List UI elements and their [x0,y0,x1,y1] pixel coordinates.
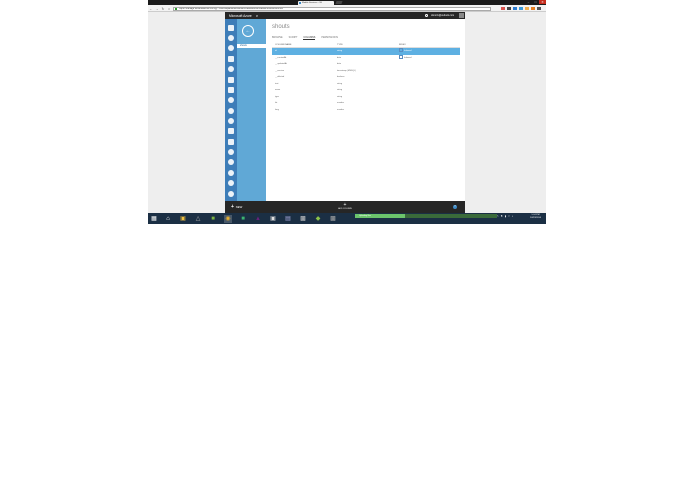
battery-icon[interactable]: ▮ [505,215,506,218]
azure-favicon-icon [299,1,301,4]
portal-brand[interactable]: Microsoft Azure ∨ [229,14,258,18]
table-row[interactable]: long number [272,107,460,114]
virtual-machines-icon[interactable] [227,44,235,52]
new-tab-button[interactable] [335,1,343,4]
visual-studio-icon[interactable]: ▲ [254,215,262,223]
media-services-icon[interactable] [227,107,235,115]
brand-label: Microsoft Azure [229,13,252,18]
file-explorer-icon[interactable]: ▣ [179,215,187,223]
extension-icon[interactable] [513,6,517,10]
cell-column-name: long [275,108,279,111]
cache-icon[interactable] [227,138,235,146]
tab-browse[interactable]: BROWSE [272,36,283,40]
tab-columns[interactable]: COLUMNS [303,36,316,40]
extension-icon[interactable] [519,6,523,10]
content-tabs: BROWSE SCRIPT COLUMNS PERMISSIONS [272,36,338,40]
chevron-down-icon: ∨ [255,13,259,18]
notepad-icon[interactable]: ▣ [269,215,277,223]
header-column-name[interactable]: COLUMN NAME [275,43,291,47]
clock[interactable]: 1:24 PM 10/23/2014 [528,214,543,220]
chevron-up-icon[interactable]: ˄ [497,215,499,218]
cell-type: number [337,108,345,111]
chrome-icon[interactable]: ◉ [224,214,232,223]
app-icon[interactable]: ◆ [314,215,322,223]
extension-icon[interactable] [531,6,535,10]
help-icon[interactable]: ? [453,205,457,209]
portal-topbar [225,12,465,19]
address-bar[interactable]: https://manage.windowsazure.com/@...#Wor… [173,6,491,11]
add-column-button[interactable]: + ADD COLUMN [338,203,352,211]
back-arrow-icon[interactable]: ← [242,25,254,37]
tab-script[interactable]: SCRIPT [289,36,298,40]
window-controls: – □ ✕ [525,0,546,4]
screenshot: Mobile Services - Wi – □ ✕ ← → ↻ ⌂ https… [0,0,695,494]
forward-icon[interactable]: → [155,7,159,11]
extension-icon[interactable] [501,6,505,10]
automation-icon[interactable] [227,179,235,187]
system-tray: ˄ ⚑ ▮ ≈ ♪ [497,215,513,218]
progress-text: Uploading files [359,215,371,217]
new-label: NEW [235,205,243,209]
monitor-icon[interactable]: ▩ [299,215,307,223]
start-icon[interactable]: ▦ [150,215,158,223]
storage-icon[interactable] [227,86,235,94]
minimize-button[interactable]: – [525,0,532,4]
index-label: Indexed [404,50,412,52]
service-bus-icon[interactable] [227,117,235,125]
address-text: https://manage.windowsazure.com/@...#Wor… [179,7,283,10]
header-type[interactable]: TYPE [337,43,343,47]
user-account[interactable]: dxnortx@outlook.com [431,14,454,17]
clock-date: 10/23/2014 [530,217,541,219]
cloud-services-icon[interactable] [227,65,235,73]
page-title: shouts [272,24,290,30]
maximize-button[interactable]: □ [532,0,539,4]
menu-icon[interactable] [537,6,541,10]
globe-icon[interactable] [425,14,428,17]
browser-tab[interactable]: Mobile Services - Wi [298,0,334,5]
avatar[interactable] [459,13,464,18]
desktop-icon[interactable]: ⌂ [164,215,172,223]
new-button[interactable]: + NEW [231,204,243,211]
upload-progress: Uploading files [355,214,497,218]
subnav-item-shouts[interactable]: shouts [237,43,266,48]
index-icon [399,54,403,59]
back-icon[interactable]: ← [149,7,153,11]
close-window-button[interactable]: ✕ [539,0,546,4]
document-icon[interactable]: ▤ [284,215,292,223]
sql-databases-icon[interactable] [227,76,235,84]
biztalk-icon[interactable] [227,148,235,156]
web-sites-icon[interactable] [227,34,235,42]
cdn-icon[interactable] [227,169,235,177]
index-icon [399,48,403,53]
all-items-icon[interactable] [227,24,235,32]
recovery-services-icon[interactable] [227,158,235,166]
header-index[interactable]: INDEX [399,43,406,47]
volume-icon[interactable]: ♪ [512,215,513,218]
extension-icon[interactable] [525,6,529,10]
home-icon[interactable]: ⌂ [167,7,171,11]
store-icon[interactable]: ■ [209,215,217,223]
visual-studio-icon[interactable] [227,127,235,135]
app-icon[interactable]: ▩ [329,215,337,223]
wifi-icon[interactable]: ≈ [508,215,509,218]
index-label: Indexed [404,56,412,59]
flag-icon[interactable]: ⚑ [501,215,503,218]
reload-icon[interactable]: ↻ [161,7,165,11]
excel-icon[interactable]: ■ [239,215,247,223]
lock-icon [175,8,177,10]
mobile-services-icon[interactable] [227,55,235,63]
browser-tab-title: Mobile Services - Wi [302,1,322,4]
tab-permissions[interactable]: PERMISSIONS [321,36,338,40]
hdinsight-icon[interactable] [227,96,235,104]
extension-icon[interactable] [507,6,511,10]
columns-table: COLUMN NAME TYPE INDEX id string Indexed __… [272,43,460,113]
networks-icon[interactable] [227,190,235,198]
plus-icon: + [231,204,234,211]
add-column-label: ADD COLUMN [338,208,352,210]
network-icon[interactable]: △ [194,215,202,223]
